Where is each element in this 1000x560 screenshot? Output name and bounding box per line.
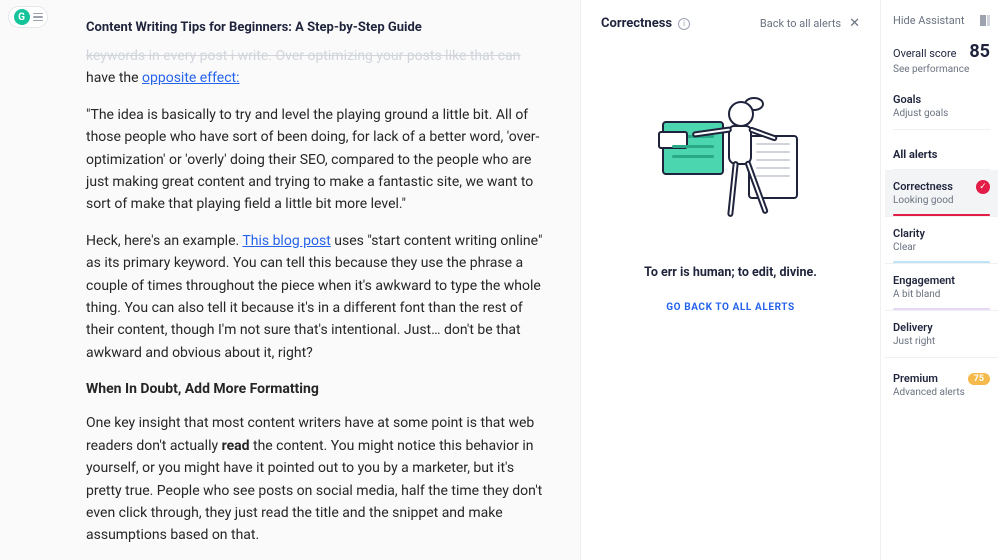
motivational-quote: To err is human; to edit, divine. (644, 265, 817, 280)
go-back-to-alerts-button[interactable]: GO BACK TO ALL ALERTS (666, 302, 795, 313)
back-to-alerts-link[interactable]: Back to all alerts (760, 17, 841, 30)
see-performance-link[interactable]: See performance (893, 64, 990, 75)
struck-text: keywords in every post i write. Over opt… (86, 48, 520, 64)
section-heading: When In Doubt, Add More Formatting (86, 378, 550, 400)
collapse-icon[interactable] (980, 15, 990, 26)
editor-illustration (656, 91, 806, 241)
quote-paragraph: "The idea is basically to try and level … (86, 104, 550, 216)
hide-assistant-link[interactable]: Hide Assistant (893, 14, 964, 27)
category-delivery[interactable]: Delivery Just right (885, 311, 998, 358)
goals-group[interactable]: Goals Adjust goals (893, 93, 990, 130)
opposite-effect-link[interactable]: opposite effect: (142, 70, 240, 86)
category-engagement[interactable]: Engagement A bit bland (885, 264, 998, 311)
alert-panel: Correctness i Back to all alerts ✕ To er… (580, 0, 880, 560)
premium-subtext: Advanced alerts (893, 387, 990, 398)
document-body[interactable]: keywords in every post i write. Over opt… (86, 45, 550, 560)
this-blog-post-link[interactable]: This blog post (242, 233, 330, 249)
assistant-sidebar: Hide Assistant Overall score 85 See perf… (880, 0, 1000, 560)
premium-row[interactable]: Premium 75 (893, 372, 990, 385)
info-icon[interactable]: i (678, 18, 690, 30)
premium-count-badge: 75 (968, 373, 990, 385)
document-title: Content Writing Tips for Beginners: A St… (86, 20, 550, 35)
document-column: Content Writing Tips for Beginners: A St… (0, 0, 580, 560)
all-alerts-heading[interactable]: All alerts (893, 148, 990, 170)
overall-score[interactable]: Overall score 85 (893, 41, 990, 62)
category-clarity[interactable]: Clarity Clear (885, 217, 998, 264)
close-icon[interactable]: ✕ (849, 16, 860, 31)
alert-title: Correctness (601, 16, 672, 31)
check-icon: ✓ (976, 180, 990, 194)
category-correctness[interactable]: Correctness Looking good ✓ (885, 170, 998, 217)
